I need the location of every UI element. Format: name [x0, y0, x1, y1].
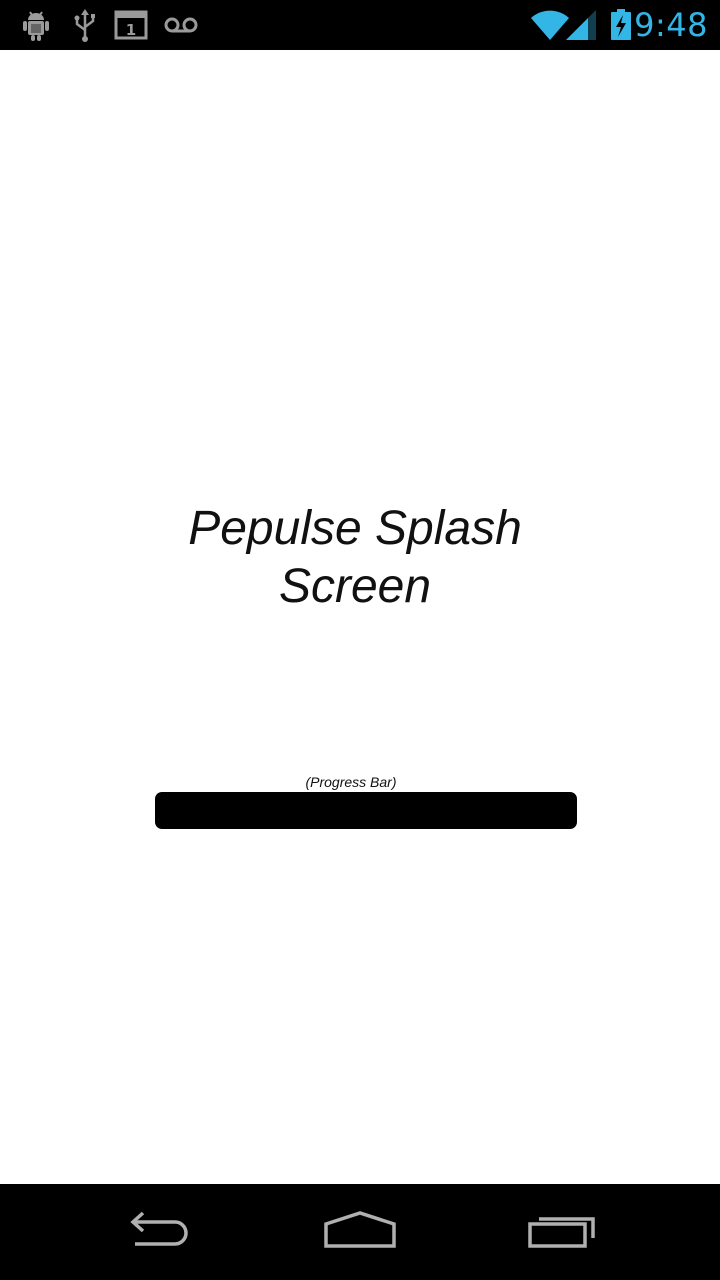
voicemail-icon	[164, 0, 198, 50]
wifi-icon	[530, 0, 570, 50]
progress-caption: (Progress Bar)	[305, 774, 397, 790]
usb-icon	[72, 0, 98, 50]
status-clock: 9:48	[634, 6, 708, 44]
progress-fill	[155, 792, 577, 829]
calendar-day: 1	[126, 21, 136, 39]
cell-signal-icon	[566, 0, 598, 50]
splash-title-line-1: Pepulse Splash	[188, 502, 522, 555]
calendar-icon: 1	[114, 0, 148, 50]
back-icon	[125, 1210, 195, 1255]
home-button[interactable]	[300, 1184, 420, 1280]
back-button[interactable]	[100, 1184, 220, 1280]
recent-apps-button[interactable]	[502, 1184, 622, 1280]
battery-charging-icon	[610, 0, 632, 50]
progress-bar	[155, 792, 577, 829]
splash-title-line-2: Screen	[278, 560, 432, 613]
home-icon	[323, 1210, 397, 1255]
navigation-bar	[0, 1184, 720, 1280]
status-bar: 1 9:48	[0, 0, 720, 50]
splash-screen: Pepulse Splash Screen (Progress Bar)	[0, 50, 720, 1184]
splash-title: Pepulse Splash Screen	[110, 500, 600, 616]
recent-apps-icon	[527, 1210, 597, 1255]
android-debug-icon	[20, 0, 52, 50]
